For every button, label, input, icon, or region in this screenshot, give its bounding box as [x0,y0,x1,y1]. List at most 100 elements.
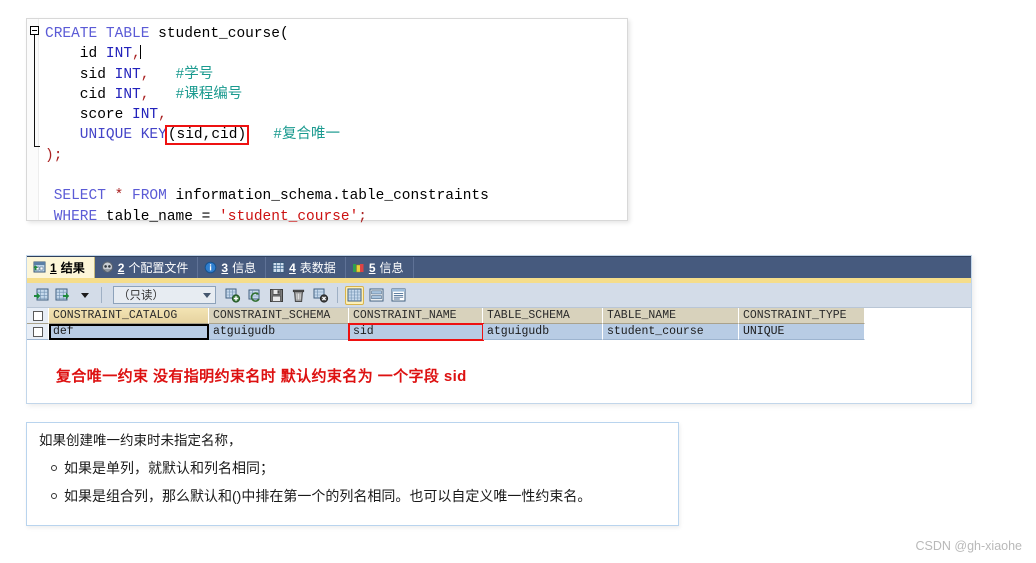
tab-table-data-label: 表数据 [299,261,336,275]
sql-comma-3: , [140,86,150,103]
sql-comma-4: , [158,107,167,124]
tab-bar-filler [414,257,971,278]
sql-keyword-from: FROM [132,188,167,205]
bullet-circle-icon [51,493,57,500]
tab-info-5-number: 5 [368,260,376,275]
sql-type-int-3: INT [114,86,141,103]
grid-view-icon[interactable] [345,285,364,305]
fold-range-line [34,35,40,147]
list-item: 如果是单列，就默认和列名相同； [51,459,666,478]
status-icon [352,264,364,273]
toolbar-separator-1 [101,287,102,303]
sql-comment-xuehao: #学号 [175,66,214,83]
select-all-checkbox[interactable] [32,310,43,321]
grid-header-row: CONSTRAINT_CATALOG CONSTRAINT_SCHEMA CON… [27,308,971,324]
sql-table-name: student_course( [149,26,289,42]
column-header-constraint-schema[interactable]: CONSTRAINT_SCHEMA [209,308,349,324]
sql-string-literal: 'student_course' [219,208,359,225]
sql-unique-key-keyword: UNIQUE KEY [45,127,167,144]
tab-table-data-number: 4 [289,260,296,275]
note-heading: 如果创建唯一约束时未指定名称， [39,433,242,448]
cancel-record-icon[interactable] [311,286,330,305]
tab-table-data[interactable]: 4 表数据 [266,257,346,278]
tab-info-5-label: 信息 [379,261,404,275]
tab-result[interactable]: 1 结果 [27,257,95,278]
delete-record-icon[interactable] [289,286,308,305]
column-header-table-schema[interactable]: TABLE_SCHEMA [483,308,603,324]
column-header-constraint-catalog[interactable]: CONSTRAINT_CATALOG [49,308,209,324]
tab-info-3[interactable]: 3 信息 [198,257,267,278]
sql-comma-2: , [140,66,150,83]
row-select-checkbox-cell[interactable] [27,324,49,340]
readonly-select-value: （只读） [118,290,164,302]
unique-key-columns-highlight: (sid,cid) [164,125,250,146]
sql-where-column: table_name = [97,208,220,225]
sql-col-sid: sid [45,66,115,83]
sql-code-text[interactable]: CREATE TABLE student_course( id INT, sid… [45,24,623,225]
refresh-record-icon[interactable] [245,286,264,305]
result-grid[interactable]: CONSTRAINT_CATALOG CONSTRAINT_SCHEMA CON… [27,308,971,341]
table-data-icon [272,262,285,273]
bullet-circle-icon [51,465,57,472]
sql-col-id: id [45,46,106,63]
import-grid-icon[interactable] [31,286,50,305]
result-grid-icon [33,261,46,273]
cell-constraint-name[interactable]: sid [348,323,484,341]
cell-constraint-catalog[interactable]: def [49,324,209,340]
sql-keyword-table: TABLE [105,26,150,42]
cell-table-schema[interactable]: atguigudb [483,324,603,340]
info-icon [205,261,217,274]
collapse-minus-icon[interactable] [30,26,39,35]
select-all-checkbox-cell[interactable] [27,308,49,324]
explanation-note-box: 如果创建唯一约束时未指定名称， 如果是单列，就默认和列名相同； 如果是组合列，那… [26,422,679,526]
sql-col-score: score [45,107,133,124]
column-header-constraint-type[interactable]: CONSTRAINT_TYPE [739,308,865,324]
column-header-table-name[interactable]: TABLE_NAME [603,308,739,324]
sql-col-cid: cid [45,86,115,103]
column-header-constraint-name[interactable]: CONSTRAINT_NAME [349,308,483,324]
watermark-text: CSDN @gh-xiaohe [915,539,1022,553]
sql-keyword-where: WHERE [53,208,98,225]
sql-type-int-4: INT [132,107,159,124]
sql-star: * [105,188,133,205]
tab-result-number: 1 [50,260,57,275]
row-select-checkbox[interactable] [32,326,43,337]
tab-info-3-label: 信息 [232,261,257,275]
sql-from-table: information_schema.table_constraints [166,188,489,205]
cell-constraint-schema[interactable]: atguigudb [209,324,349,340]
sql-semicolon: ; [358,208,367,225]
export-grid-icon[interactable] [53,286,72,305]
cell-constraint-type[interactable]: UNIQUE [739,324,865,340]
text-view-icon[interactable] [389,286,408,305]
sql-code-editor[interactable]: CREATE TABLE student_course( id INT, sid… [26,18,628,225]
tab-profile-label: 个配置文件 [128,261,189,275]
table-row[interactable]: def atguigudb sid atguigudb student_cour… [27,323,971,341]
save-icon[interactable] [267,286,286,305]
readonly-select[interactable]: （只读） [113,286,216,304]
sql-close-paren: ); [45,147,63,164]
sql-type-int-2: INT [114,66,141,83]
editor-gutter [27,19,39,220]
note-item-2-text: 如果是组合列，那么默认和()中排在第一个的列名相同。也可以自定义唯一性约束名。 [64,488,592,505]
chevron-down-icon [203,292,211,298]
annotation-text: 复合唯一约束 没有指明约束名时 默认约束名为 一个字段 sid [56,368,467,385]
dropdown-caret-icon[interactable] [75,286,94,305]
tab-profile[interactable]: 2 个配置文件 [95,257,199,278]
tab-result-label: 结果 [60,261,85,275]
profile-icon [101,261,113,273]
sql-type-int-1: INT [105,46,133,63]
result-toolbar: （只读） [27,283,971,308]
result-tab-bar: 1 结果 2 个配置文件 3 信息 4 表数据 5 信息 [27,256,971,278]
sql-keyword-create: CREATE [45,26,98,42]
tab-info-5[interactable]: 5 信息 [346,257,414,278]
tab-info-3-number: 3 [221,260,229,275]
add-record-icon[interactable] [223,286,242,305]
list-item: 如果是组合列，那么默认和()中排在第一个的列名相同。也可以自定义唯一性约束名。 [51,487,666,506]
sql-keyword-select: SELECT [53,188,106,205]
tab-profile-number: 2 [117,260,125,275]
sql-comment-kecheng: #课程编号 [175,86,243,103]
sql-comment-fuhe: #复合唯一 [273,127,340,144]
text-caret [139,45,141,60]
form-view-icon[interactable] [367,286,386,305]
cell-table-name[interactable]: student_course [603,324,739,340]
